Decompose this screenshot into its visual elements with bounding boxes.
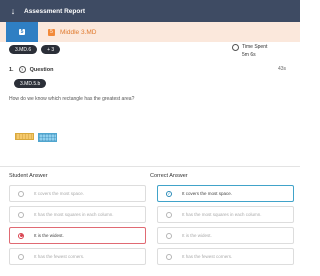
lesson-name: Middle 3.MD xyxy=(60,28,97,36)
rectangle-b-image xyxy=(38,133,57,142)
radio-icon xyxy=(166,232,172,239)
lesson-bar: 5 5 Middle 3.MD xyxy=(0,22,300,42)
question-number: 1. xyxy=(9,66,14,73)
clock-icon xyxy=(232,44,239,51)
more-standards-chip[interactable]: + 3 xyxy=(41,45,61,54)
option-text: It is the widest. xyxy=(182,233,212,238)
question-header: 1. ? Question xyxy=(9,66,53,73)
back-arrow-icon[interactable]: ↓ xyxy=(4,6,22,16)
option-text: It has the fewest corners. xyxy=(182,254,233,259)
option-text: It has the fewest corners. xyxy=(34,254,85,259)
option-text: It has the most squares in each column. xyxy=(182,212,262,217)
question-standard-chip[interactable]: 3.MD.5.b xyxy=(14,79,47,88)
time-spent-value: 5m 6s xyxy=(242,52,256,58)
check-circle-icon: ✓ xyxy=(166,190,172,197)
radio-icon xyxy=(166,211,172,218)
option-text: It covers the most space. xyxy=(182,191,233,196)
student-option: It covers the most space. xyxy=(9,185,146,202)
option-text: It covers the most space. xyxy=(34,191,85,196)
question-circle-icon: ? xyxy=(18,66,26,73)
window-title: Assessment Report xyxy=(24,7,86,15)
correct-answer-header: Correct Answer xyxy=(150,173,188,179)
student-option: It has the fewest corners. xyxy=(9,248,146,265)
header-bar: ↓ Assessment Report xyxy=(0,0,300,22)
correct-option: It is the widest. xyxy=(157,227,294,244)
grade-tab-label: 5 xyxy=(18,29,26,35)
student-option-selected-wrong: It is the widest. xyxy=(9,227,146,244)
option-text: It is the widest. xyxy=(34,233,64,238)
question-time: 43s xyxy=(278,66,287,72)
option-text: It has the most squares in each column. xyxy=(34,212,114,217)
rectangle-a-image xyxy=(15,133,34,140)
question-prompt: How do we know which rectangle has the g… xyxy=(9,96,135,102)
grade-badge: 5 xyxy=(48,28,55,36)
correct-option-highlighted: ✓ It covers the most space. xyxy=(157,185,294,202)
student-option: It has the most squares in each column. xyxy=(9,206,146,223)
standards-chips: 3.MD.6 + 3 xyxy=(9,45,61,54)
question-title: Question xyxy=(29,66,54,73)
selected-radio-icon xyxy=(18,232,24,239)
correct-option: It has the fewest corners. xyxy=(157,248,294,265)
student-answer-header: Student Answer xyxy=(9,173,48,179)
correct-option: It has the most squares in each column. xyxy=(157,206,294,223)
grade-tab[interactable]: 5 xyxy=(6,22,38,42)
standard-chip[interactable]: 3.MD.6 xyxy=(9,45,38,54)
radio-icon xyxy=(18,253,24,260)
time-spent-label: Time Spent xyxy=(242,44,268,50)
radio-icon xyxy=(18,211,24,218)
divider xyxy=(0,166,300,167)
radio-icon xyxy=(166,253,172,260)
radio-icon xyxy=(18,190,24,197)
